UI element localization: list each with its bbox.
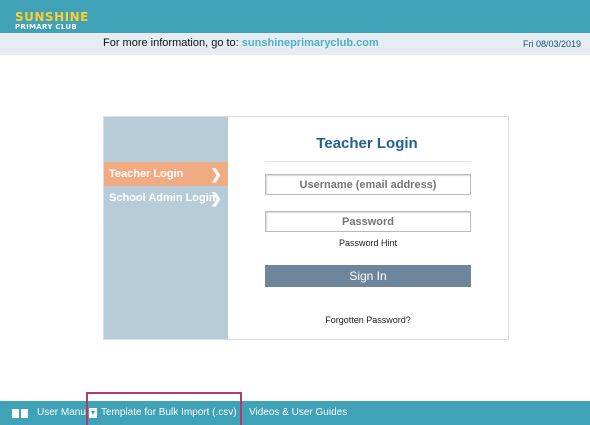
sunshine-logo[interactable]: SUNSHINE PRIMARY CLUB	[15, 11, 89, 31]
forgotten-password-link[interactable]: Forgotten Password?	[265, 315, 471, 325]
nav-teacher-login[interactable]: Teacher Login ❯	[104, 162, 228, 186]
videos-user-guides-link[interactable]: Videos & User Guides	[249, 401, 347, 425]
website-link[interactable]: sunshineprimaryclub.com	[242, 37, 379, 49]
chevron-right-icon: ❯	[210, 166, 222, 182]
info-bar: For more information, go to: sunshinepri…	[0, 33, 590, 55]
logo-sub-text: PRIMARY CLUB	[15, 23, 77, 31]
info-text: For more information, go to: sunshinepri…	[103, 37, 379, 49]
nav-school-admin-login[interactable]: School Admin Login ❯	[104, 186, 228, 210]
nav-school-admin-login-label: School Admin Login	[109, 192, 216, 204]
title-divider	[265, 161, 471, 162]
info-prefix: For more information, go to:	[103, 37, 239, 49]
login-sidebar: Teacher Login ❯ School Admin Login ❯	[104, 117, 228, 339]
chevron-right-icon: ❯	[210, 190, 222, 206]
login-title: Teacher Login	[316, 135, 418, 152]
username-field[interactable]	[265, 174, 471, 195]
sign-in-button[interactable]: Sign In	[265, 265, 471, 287]
password-hint-link[interactable]: Password Hint	[265, 238, 471, 248]
nav-teacher-login-label: Teacher Login	[109, 168, 184, 180]
logo-main-text: SUNSHINE	[15, 10, 89, 24]
top-banner: SUNSHINE PRIMARY CLUB	[0, 0, 590, 33]
password-field[interactable]	[265, 211, 471, 232]
current-date: Fri 08/03/2019	[522, 39, 581, 49]
highlight-box	[86, 392, 242, 425]
user-manual-link[interactable]: User Manu	[37, 401, 86, 425]
book-icon	[12, 409, 28, 418]
login-card: Teacher Login ❯ School Admin Login ❯ Tea…	[103, 116, 509, 340]
